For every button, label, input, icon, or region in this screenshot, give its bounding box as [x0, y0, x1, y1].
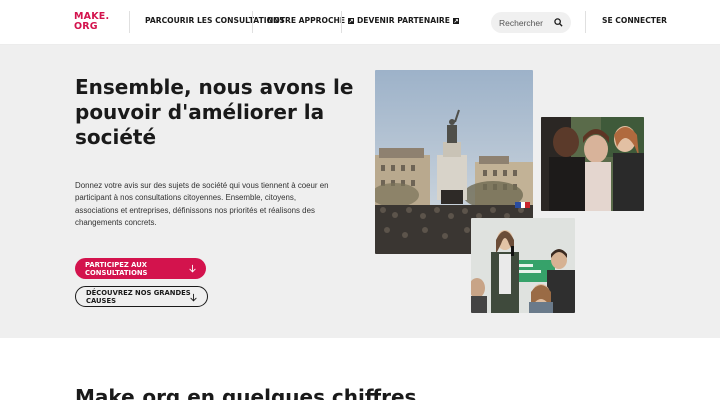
site-header: MAKE. ORG PARCOURIR LES CONSULTATIONS NO…	[0, 0, 720, 45]
arrow-down-icon	[190, 293, 197, 302]
participate-button[interactable]: PARTICIPEZ AUX CONSULTATIONS	[75, 258, 206, 279]
photo-speaker-microphone	[471, 218, 575, 313]
hero-section: Ensemble, nous avons le pouvoir d'amélio…	[0, 45, 720, 338]
search-box[interactable]	[491, 12, 571, 33]
discover-causes-button[interactable]: DÉCOUVREZ NOS GRANDES CAUSES	[75, 286, 208, 307]
nav-item-label: DEVENIR PARTENAIRE	[357, 16, 450, 25]
photo-laughing-women	[541, 117, 644, 211]
nav-item-label: PARCOURIR LES CONSULTATIONS	[145, 16, 285, 25]
login-label: SE CONNECTER	[602, 16, 668, 25]
nav-divider	[252, 11, 253, 33]
external-link-icon	[452, 17, 459, 24]
nav-item-consultations[interactable]: PARCOURIR LES CONSULTATIONS	[145, 16, 285, 25]
arrow-down-icon	[189, 264, 196, 273]
make-org-logo[interactable]: MAKE. ORG	[74, 12, 110, 34]
stats-section-title: Make.org en quelques chiffres	[75, 385, 417, 400]
nav-divider	[129, 11, 130, 33]
nav-divider	[341, 11, 342, 33]
hero-title: Ensemble, nous avons le pouvoir d'amélio…	[75, 75, 354, 149]
login-link[interactable]: SE CONNECTER	[602, 16, 667, 25]
nav-divider	[585, 11, 586, 33]
hero-description: Donnez votre avis sur des sujets de soci…	[75, 181, 329, 227]
logo-line-2: ORG	[74, 21, 98, 32]
search-icon[interactable]	[554, 18, 563, 27]
external-link-icon	[348, 17, 355, 24]
nav-item-label: NOTRE APPROCHE	[267, 16, 346, 25]
nav-item-partenaire[interactable]: DEVENIR PARTENAIRE	[357, 16, 459, 25]
search-input[interactable]	[499, 17, 555, 28]
